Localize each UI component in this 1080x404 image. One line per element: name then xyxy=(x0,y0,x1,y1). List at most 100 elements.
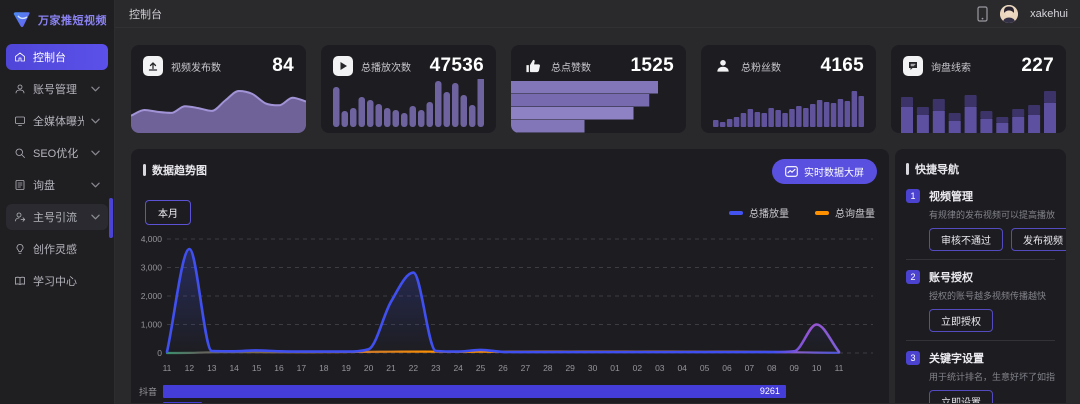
svg-text:11: 11 xyxy=(163,363,172,373)
sidebar-item-0[interactable]: 控制台 xyxy=(6,44,108,70)
platform-bar-fill xyxy=(163,402,202,403)
svg-text:4,000: 4,000 xyxy=(141,234,163,244)
username[interactable]: xakehui xyxy=(1030,8,1068,20)
mobile-phone-icon[interactable] xyxy=(977,6,988,22)
trend-title: 数据趋势图 xyxy=(152,162,207,178)
learn-icon xyxy=(14,275,26,287)
dashboard-app: 万家推短视频 控制台 账号管理 全媒体曝光 SEO优化 询盘 主号引流 创作灵感 xyxy=(0,0,1080,404)
svg-text:15: 15 xyxy=(252,363,262,373)
sidebar-item-3[interactable]: SEO优化 xyxy=(6,140,108,166)
stat-card-value: 1525 xyxy=(631,55,674,77)
sidebar-item-label: 询盘 xyxy=(33,177,84,193)
platform-bar-row-1 xyxy=(139,402,879,403)
stat-sparkline-area xyxy=(131,83,306,133)
media-icon xyxy=(14,115,26,127)
svg-text:28: 28 xyxy=(543,363,553,373)
brand-logo-icon xyxy=(11,9,33,31)
quick-nav-action-button[interactable]: 立即设置 xyxy=(929,390,993,403)
sidebar-item-2[interactable]: 全媒体曝光 xyxy=(6,108,108,134)
svg-text:06: 06 xyxy=(722,363,732,373)
sidebar-scrollbar-thumb[interactable] xyxy=(109,198,113,238)
svg-text:04: 04 xyxy=(677,363,687,373)
stat-card-value: 47536 xyxy=(430,55,484,77)
chevron-down-icon xyxy=(91,118,100,124)
legend-label: 总询盘量 xyxy=(835,205,875,220)
sidebar-item-6[interactable]: 创作灵感 xyxy=(6,236,108,262)
quick-nav-item-title: 关键字设置 xyxy=(929,350,984,366)
sidebar-item-label: 控制台 xyxy=(33,49,100,65)
platform-bar-fill: 9261 xyxy=(163,385,786,398)
legend-item-0[interactable]: 总播放量 xyxy=(729,205,789,220)
stat-card-0: 视频发布数 84 xyxy=(131,45,306,133)
quick-nav-title: 快捷导航 xyxy=(915,161,959,177)
quick-nav-header: 快捷导航 xyxy=(906,161,1055,177)
quick-nav-item-desc: 授权的账号越多视频传播越快 xyxy=(929,289,1055,302)
stat-sparkline-bars xyxy=(321,79,496,133)
quick-nav-panel: 快捷导航 1 视频管理 有规律的发布视频可以提高播放量 审核不通过发布视频 2 … xyxy=(895,149,1066,403)
sidebar-item-7[interactable]: 学习中心 xyxy=(6,268,108,294)
stat-card-value: 84 xyxy=(272,55,294,77)
quick-nav-item-desc: 有规律的发布视频可以提高播放量 xyxy=(929,208,1055,221)
svg-text:0: 0 xyxy=(157,348,162,358)
quick-nav-action-button[interactable]: 立即授权 xyxy=(929,309,993,332)
svg-text:12: 12 xyxy=(185,363,195,373)
live-screen-icon xyxy=(785,166,798,177)
stat-card-title: 视频发布数 xyxy=(171,59,264,74)
breadcrumb: 控制台 xyxy=(129,6,162,22)
main-column: 控制台 xakehui 视频发布数 84 总播放次数 xyxy=(115,0,1080,404)
quick-nav-action-button[interactable]: 发布视频 xyxy=(1011,228,1066,251)
stat-sparkline-bars xyxy=(701,79,876,133)
stat-card-1: 总播放次数 47536 xyxy=(321,45,496,133)
quick-nav-number-badge: 1 xyxy=(906,189,920,203)
quick-nav-item-desc: 用于统计排名，生意好坏了如指掌 xyxy=(929,370,1055,383)
quick-nav-item-0: 1 视频管理 有规律的发布视频可以提高播放量 审核不通过发布视频 xyxy=(906,179,1055,260)
quick-nav-item-2: 3 关键字设置 用于统计排名，生意好坏了如指掌 立即设置 xyxy=(906,341,1055,403)
svg-text:13: 13 xyxy=(207,363,217,373)
period-tab-current-month[interactable]: 本月 xyxy=(145,200,191,225)
platform-bar-chart: 抖音 9261 xyxy=(139,385,879,403)
legend-label: 总播放量 xyxy=(749,205,789,220)
topbar-right: xakehui xyxy=(977,5,1068,23)
live-data-screen-label: 实时数据大屏 xyxy=(804,164,864,179)
sidebar-item-label: SEO优化 xyxy=(33,145,84,161)
seo-icon xyxy=(14,147,26,159)
sidebar-item-label: 账号管理 xyxy=(33,81,84,97)
stat-sparkline-stacked xyxy=(891,83,1066,133)
svg-text:01: 01 xyxy=(610,363,620,373)
svg-text:05: 05 xyxy=(700,363,710,373)
platform-bar-label: 抖音 xyxy=(139,385,163,398)
home-icon xyxy=(14,51,26,63)
quick-nav-number-badge: 3 xyxy=(906,351,920,365)
bulb-icon xyxy=(14,243,26,255)
legend-item-1[interactable]: 总询盘量 xyxy=(815,205,875,220)
svg-text:23: 23 xyxy=(431,363,441,373)
svg-text:11: 11 xyxy=(835,363,844,373)
svg-text:14: 14 xyxy=(229,363,239,373)
play-icon xyxy=(333,56,353,76)
live-data-screen-button[interactable]: 实时数据大屏 xyxy=(772,159,877,184)
svg-text:21: 21 xyxy=(386,363,396,373)
stat-card-title: 总播放次数 xyxy=(361,59,422,74)
trend-line-chart[interactable]: 01,0002,0003,0004,000 111213141516171819… xyxy=(139,233,879,386)
sidebar-item-label: 学习中心 xyxy=(33,273,100,289)
title-accent-bar xyxy=(906,163,909,175)
sidebar-item-4[interactable]: 询盘 xyxy=(6,172,108,198)
bottom-row: 数据趋势图 实时数据大屏 本月 总播放量 总询盘量 xyxy=(131,149,1066,403)
topbar: 控制台 xakehui xyxy=(115,0,1080,28)
svg-text:17: 17 xyxy=(297,363,307,373)
svg-text:19: 19 xyxy=(341,363,351,373)
svg-text:27: 27 xyxy=(521,363,531,373)
quick-nav-item-title: 视频管理 xyxy=(929,188,973,204)
sidebar-nav: 控制台 账号管理 全媒体曝光 SEO优化 询盘 主号引流 创作灵感 学习中心 xyxy=(0,40,114,304)
svg-text:3,000: 3,000 xyxy=(141,263,163,273)
svg-text:09: 09 xyxy=(789,363,799,373)
user-avatar[interactable] xyxy=(1000,5,1018,23)
quick-nav-action-button[interactable]: 审核不通过 xyxy=(929,228,1003,251)
sidebar-item-5[interactable]: 主号引流 xyxy=(6,204,108,230)
svg-text:02: 02 xyxy=(633,363,643,373)
svg-text:10: 10 xyxy=(812,363,822,373)
svg-text:2,000: 2,000 xyxy=(141,291,163,301)
svg-text:20: 20 xyxy=(364,363,374,373)
sidebar-item-1[interactable]: 账号管理 xyxy=(6,76,108,102)
quick-nav-item-title: 账号授权 xyxy=(929,269,973,285)
